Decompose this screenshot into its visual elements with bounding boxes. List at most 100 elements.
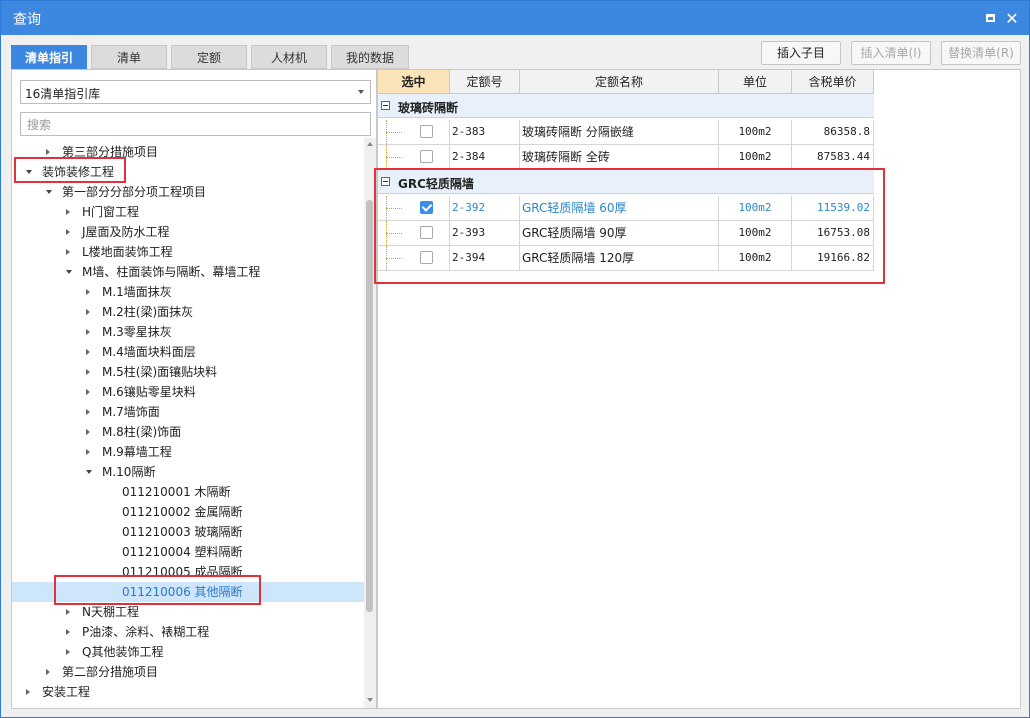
scroll-thumb[interactable] [366,200,373,612]
tab-labor-material[interactable]: 人材机 [251,45,327,69]
tree-item[interactable]: M.3零星抹灰 [12,322,364,342]
tree-item[interactable]: 011210006 其他隔断 [12,582,364,602]
tree-item-label: M.9幕墙工程 [102,445,172,459]
scroll-up-icon[interactable] [367,142,373,146]
insert-list-button[interactable]: 插入清单(I) [851,41,931,65]
row-checkbox[interactable] [420,226,433,239]
replace-list-button[interactable]: 替换清单(R) [941,41,1021,65]
row-checkbox[interactable] [420,150,433,163]
tree-item[interactable]: 第一部分分部分项工程项目 [12,182,364,202]
tree-line [386,157,402,158]
tab-list[interactable]: 清单 [91,45,167,69]
expand-arrow-right-icon[interactable] [86,289,90,295]
table-row[interactable]: 2-393 GRC轻质隔墙 90厚 100m2 16753.08 [378,221,874,246]
tree-item-label: M墙、柱面装饰与隔断、幕墙工程 [82,265,261,279]
tree-item[interactable]: 安装工程 [12,682,364,702]
query-dialog: 查询 ✕ 清单指引 清单 定额 人材机 我的数据 插入子目 插入清单(I) 替换… [0,0,1030,718]
tree-item[interactable]: N天棚工程 [12,602,364,622]
search-input[interactable] [25,114,359,136]
collapse-minus-icon[interactable] [381,101,390,110]
tree-item[interactable]: 011210001 木隔断 [12,482,364,502]
expand-arrow-right-icon[interactable] [86,309,90,315]
tree-item[interactable]: M.5柱(梁)面镶贴块料 [12,362,364,382]
tree-item[interactable]: M.6镶贴零星块料 [12,382,364,402]
tree-item[interactable]: M.9幕墙工程 [12,442,364,462]
quota-code-cell: 2-384 [450,145,520,169]
tree-item[interactable]: M墙、柱面装饰与隔断、幕墙工程 [12,262,364,282]
column-header-col-name[interactable]: 定额名称 [520,70,719,94]
tree-item[interactable]: L楼地面装饰工程 [12,242,364,262]
tree-item[interactable]: 第二部分措施项目 [12,662,364,682]
tree-item-label: 011210002 金属隔断 [122,505,243,519]
tree-item[interactable]: H门窗工程 [12,202,364,222]
expand-arrow-right-icon[interactable] [66,649,70,655]
expand-arrow-right-icon[interactable] [86,429,90,435]
tree-item-label: P油漆、涂料、裱糊工程 [82,625,210,639]
table-row[interactable]: 2-383 玻璃砖隔断 分隔嵌缝 100m2 86358.8 [378,120,874,145]
tree-item-label: M.7墙饰面 [102,405,160,419]
insert-child-button[interactable]: 插入子目 [761,41,841,65]
tree-item[interactable]: M.4墙面块料面层 [12,342,364,362]
expand-arrow-right-icon[interactable] [46,669,50,675]
expand-arrow-right-icon[interactable] [66,229,70,235]
library-select[interactable]: 16清单指引库 [20,80,371,104]
tab-quota[interactable]: 定额 [171,45,247,69]
expand-arrow-right-icon[interactable] [86,389,90,395]
expand-arrow-down-icon[interactable] [26,170,32,174]
tree-item[interactable]: Q其他装饰工程 [12,642,364,662]
close-button[interactable]: ✕ [1003,9,1021,28]
tree-item[interactable]: M.2柱(梁)面抹灰 [12,302,364,322]
select-cell [378,196,450,220]
expand-arrow-right-icon[interactable] [66,209,70,215]
tree-item[interactable]: 011210002 金属隔断 [12,502,364,522]
tree-item[interactable]: P油漆、涂料、裱糊工程 [12,622,364,642]
expand-arrow-right-icon[interactable] [86,329,90,335]
expand-arrow-right-icon[interactable] [86,369,90,375]
expand-arrow-right-icon[interactable] [66,629,70,635]
quota-code-cell: 2-394 [450,246,520,270]
scroll-down-icon[interactable] [367,698,373,702]
tab-my-data[interactable]: 我的数据 [331,45,409,69]
table-row[interactable]: 2-394 GRC轻质隔墙 120厚 100m2 19166.82 [378,246,874,271]
tree-line [386,132,402,133]
price-cell: 11539.02 [792,196,874,220]
column-header-col-select[interactable]: 选中 [378,70,450,94]
tree-item[interactable]: M.10隔断 [12,462,364,482]
column-header-col-code[interactable]: 定额号 [450,70,520,94]
row-checkbox[interactable] [420,125,433,138]
row-checkbox[interactable] [420,251,433,264]
column-header-col-price[interactable]: 含税单价 [792,70,874,94]
table-row[interactable]: 2-392 GRC轻质隔墙 60厚 100m2 11539.02 [378,196,874,221]
expand-arrow-right-icon[interactable] [46,149,50,155]
expand-arrow-down-icon[interactable] [46,190,52,194]
expand-arrow-right-icon[interactable] [86,449,90,455]
expand-arrow-down-icon[interactable] [86,470,92,474]
quota-name-cell: GRC轻质隔墙 90厚 [520,221,719,245]
tree-item[interactable]: J屋面及防水工程 [12,222,364,242]
tree-item[interactable]: M.1墙面抹灰 [12,282,364,302]
tree-item[interactable]: 第三部分措施项目 [12,142,364,162]
tree-item[interactable]: M.7墙饰面 [12,402,364,422]
group-label: GRC轻质隔墙 [398,177,474,191]
group-label: 玻璃砖隔断 [398,101,459,115]
expand-arrow-right-icon[interactable] [66,249,70,255]
tree-item[interactable]: 011210004 塑料隔断 [12,542,364,562]
select-cell [378,120,450,144]
row-checkbox[interactable] [420,201,433,214]
expand-arrow-right-icon[interactable] [26,689,30,695]
expand-arrow-right-icon[interactable] [86,409,90,415]
chevron-down-icon [358,90,364,94]
table-row[interactable]: 2-384 玻璃砖隔断 全砖 100m2 87583.44 [378,145,874,170]
expand-arrow-down-icon[interactable] [66,270,72,274]
expand-arrow-right-icon[interactable] [66,609,70,615]
tab-list-guide[interactable]: 清单指引 [11,45,87,69]
tree-item[interactable]: 装饰装修工程 [12,162,364,182]
maximize-button[interactable] [981,9,999,27]
tree-item[interactable]: 011210005 成品隔断 [12,562,364,582]
tree-item[interactable]: 011210003 玻璃隔断 [12,522,364,542]
tree-scrollbar[interactable] [364,138,376,708]
expand-arrow-right-icon[interactable] [86,349,90,355]
column-header-col-unit[interactable]: 单位 [719,70,792,94]
tree-item[interactable]: M.8柱(梁)饰面 [12,422,364,442]
collapse-minus-icon[interactable] [381,177,390,186]
